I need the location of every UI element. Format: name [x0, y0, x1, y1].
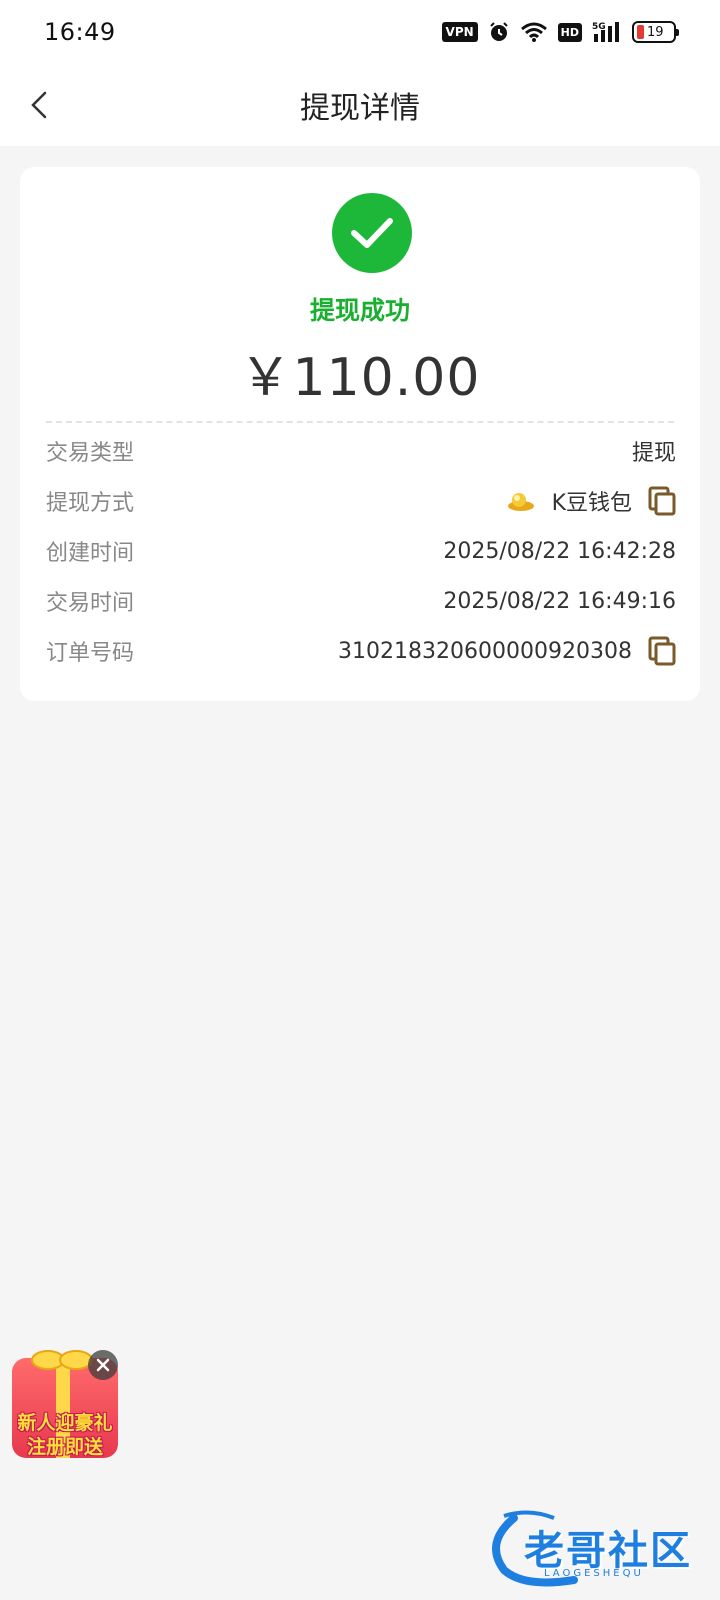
gift-bow-icon — [31, 1350, 93, 1370]
detail-value: 2025/08/22 16:49:16 — [443, 588, 676, 614]
watermark-logo: 老哥社区 LAOGESHEQU — [484, 1508, 710, 1588]
detail-label: 交易时间 — [46, 591, 135, 616]
detail-value: 提现 — [631, 441, 676, 466]
battery-icon: 19 — [632, 21, 679, 43]
status-icons: VPN HD 5G 19 — [441, 20, 679, 44]
dashed-divider — [46, 421, 674, 423]
promo-gift-badge[interactable]: 新人迎豪礼 注册即送 — [8, 1348, 122, 1460]
wifi-icon — [520, 22, 547, 42]
detail-value: 2025/08/22 16:42:28 — [443, 538, 676, 564]
detail-label: 创建时间 — [46, 541, 135, 566]
withdraw-detail-card: 提现成功 ￥110.00 交易类型 提现 提现方式 K豆钱包 创建时间 2025… — [20, 167, 700, 701]
detail-row-order: 订单号码 310218320600000920308 — [46, 631, 676, 671]
detail-label: 交易类型 — [46, 441, 135, 466]
detail-value-wrap: K豆钱包 — [506, 485, 676, 517]
detail-value-wrap: 310218320600000920308 — [338, 636, 676, 666]
page-header: 提现详情 — [0, 64, 720, 146]
watermark-sub: LAOGESHEQU — [544, 1568, 644, 1579]
close-icon — [96, 1358, 110, 1372]
detail-row-method: 提现方式 K豆钱包 — [46, 481, 676, 521]
order-number: 310218320600000920308 — [338, 638, 632, 664]
status-text: 提现成功 — [309, 296, 410, 325]
gold-ingot-icon — [507, 493, 534, 511]
detail-label: 订单号码 — [46, 641, 135, 666]
success-check-icon — [332, 193, 412, 273]
detail-label: 提现方式 — [46, 491, 135, 516]
hd-icon: HD — [557, 22, 582, 42]
back-button[interactable] — [14, 80, 64, 130]
chevron-left-icon — [31, 91, 47, 119]
detail-row-type: 交易类型 提现 — [46, 431, 676, 471]
promo-line2: 注册即送 — [26, 1436, 103, 1458]
detail-row-traded: 交易时间 2025/08/22 16:49:16 — [46, 581, 676, 621]
alarm-icon — [489, 22, 508, 41]
detail-value: K豆钱包 — [551, 491, 632, 516]
vpn-icon: VPN — [441, 22, 478, 42]
page-title: 提现详情 — [300, 91, 420, 126]
detail-row-created: 创建时间 2025/08/22 16:42:28 — [46, 531, 676, 571]
amount: ￥110.00 — [239, 348, 481, 408]
battery-level: 19 — [647, 24, 664, 40]
copy-icon[interactable] — [648, 486, 676, 516]
promo-close-button[interactable] — [88, 1350, 118, 1380]
promo-line1: 新人迎豪礼 — [17, 1412, 113, 1434]
signal-icon: 5G — [592, 22, 619, 42]
status-time: 16:49 — [44, 18, 116, 46]
status-bar: 16:49 VPN HD 5G 19 — [0, 0, 720, 64]
copy-icon[interactable] — [648, 636, 676, 666]
